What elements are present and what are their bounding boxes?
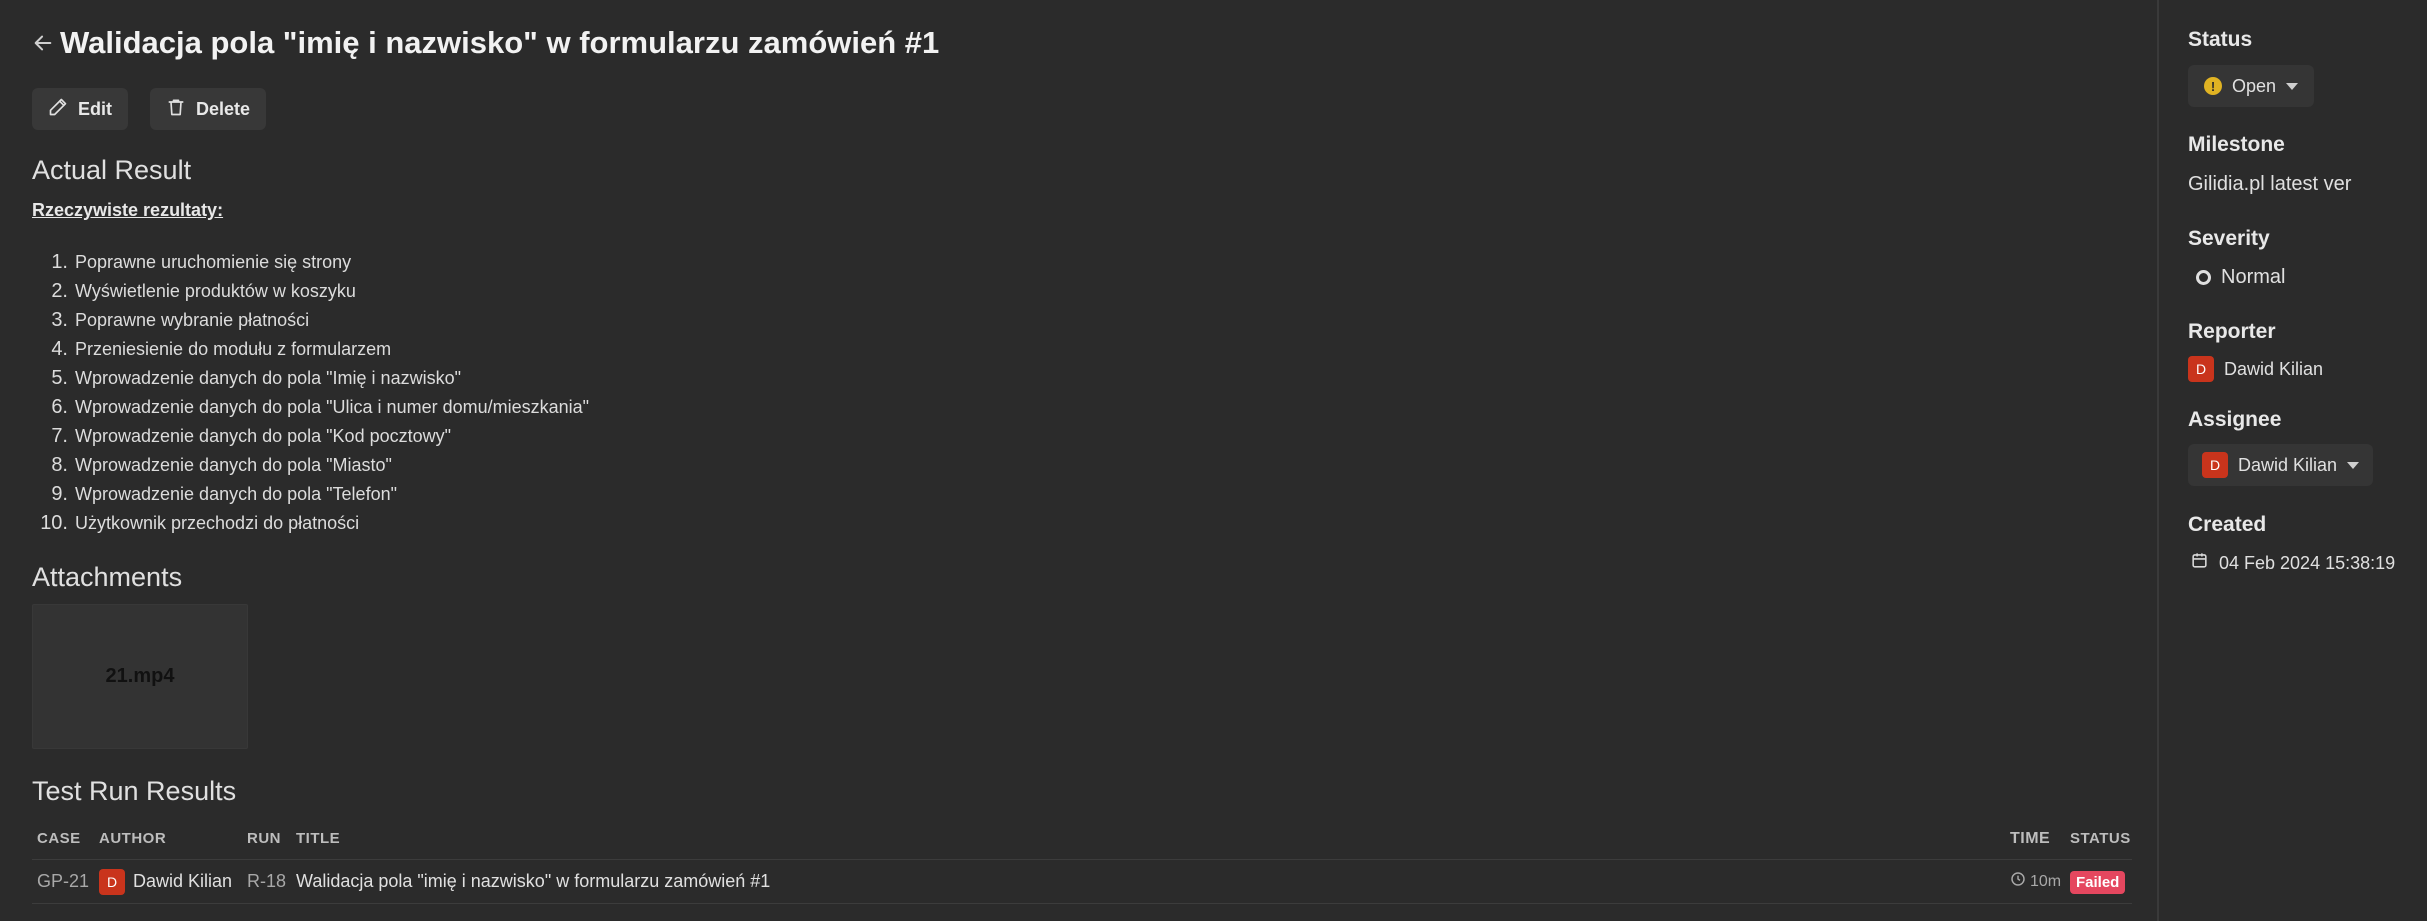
main-panel: Walidacja pola "imię i nazwisko" w formu…	[0, 0, 2157, 921]
circle-icon	[2196, 270, 2211, 285]
list-item: 7. Wprowadzenie danych do pola "Kod poczt…	[51, 425, 451, 447]
attachment-tile[interactable]: 21.mp4	[32, 604, 248, 749]
action-buttons: Edit Delete	[32, 88, 267, 130]
page-title: Walidacja pola "imię i nazwisko" w formu…	[60, 25, 940, 60]
severity-value: Normal	[2221, 266, 2286, 288]
actual-result-steps: 1. Poprawne uruchomienie się strony 2. Wyś…	[32, 248, 589, 538]
caret-down-icon	[2347, 461, 2360, 469]
run-author: D Dawid Kilian	[99, 868, 247, 895]
caret-down-icon	[2286, 82, 2299, 90]
pencil-icon	[48, 97, 68, 122]
created-label: Created	[2188, 513, 2267, 536]
delete-button[interactable]: Delete	[150, 88, 267, 130]
created-value: 04 Feb 2024 15:38:19	[2219, 552, 2396, 573]
list-item: 2. Wyświetlenie produktów w koszyku	[51, 280, 356, 302]
list-item: 4. Przeniesienie do modułu z formularzem	[51, 338, 392, 360]
milestone-value[interactable]: Gilidia.pl latest ver	[2188, 173, 2351, 196]
column-run[interactable]: RUN	[247, 830, 296, 847]
run-time-value: 10m	[2030, 872, 2062, 890]
run-title[interactable]: Walidacja pola "imię i nazwisko" w formu…	[296, 871, 2010, 892]
avatar: D	[99, 868, 125, 895]
run-time: 10m	[2010, 871, 2070, 892]
attachment-filename: 21.mp4	[105, 665, 175, 687]
column-case[interactable]: CASE	[32, 830, 99, 847]
assignee-name: Dawid Kilian	[2238, 454, 2338, 475]
table-row[interactable]: GP-21 D Dawid Kilian R-18 Walidacja pola…	[32, 860, 2132, 904]
clock-icon	[2010, 871, 2026, 892]
severity-selector[interactable]: Normal	[2196, 266, 2285, 289]
reporter: D Dawid Kilian	[2188, 356, 2323, 382]
list-item: 8. Wprowadzenie danych do pola "Miasto"	[51, 454, 392, 476]
actual-result-heading: Actual Result	[32, 155, 192, 185]
list-item: 3. Poprawne wybranie płatności	[51, 309, 310, 331]
list-item: 5. Wprowadzenie danych do pola "Imię i na…	[51, 367, 461, 389]
warning-icon: !	[2204, 77, 2222, 95]
severity-label: Severity	[2188, 227, 2270, 250]
test-runs-heading: Test Run Results	[32, 776, 237, 806]
created: 04 Feb 2024 15:38:19	[2190, 551, 2395, 575]
status-label: Status	[2188, 28, 2253, 51]
table-header: CASE AUTHOR RUN TITLE TIME STATUS	[32, 818, 2132, 860]
avatar: D	[2188, 356, 2214, 382]
status-dropdown[interactable]: ! Open	[2188, 65, 2315, 107]
delete-button-label: Delete	[196, 98, 251, 119]
column-title[interactable]: TITLE	[296, 830, 2010, 847]
run-id[interactable]: R-18	[247, 871, 296, 892]
edit-button[interactable]: Edit	[32, 88, 128, 130]
actual-result-subheading: Rzeczywiste rezultaty:	[32, 200, 224, 220]
test-runs-table: CASE AUTHOR RUN TITLE TIME STATUS GP-21 …	[32, 818, 2132, 904]
arrow-left-icon[interactable]	[32, 32, 54, 54]
details-sidebar: Status ! Open Milestone Gilidia.pl lates…	[2157, 0, 2427, 921]
trash-icon	[166, 97, 186, 122]
run-status: Failed	[2070, 871, 2132, 894]
calendar-icon	[2190, 551, 2209, 575]
assignee-label: Assignee	[2188, 408, 2282, 431]
list-item: 1. Poprawne uruchomienie się strony	[51, 251, 352, 273]
status-value: Open	[2232, 75, 2277, 96]
column-author[interactable]: AUTHOR	[99, 830, 247, 847]
title-row: Walidacja pola "imię i nazwisko" w formu…	[32, 22, 939, 64]
list-item: 9. Wprowadzenie danych do pola "Telefon"	[51, 483, 397, 505]
reporter-label: Reporter	[2188, 320, 2276, 343]
status-badge: Failed	[2070, 871, 2126, 894]
milestone-label: Milestone	[2188, 133, 2285, 156]
assignee-dropdown[interactable]: D Dawid Kilian	[2188, 444, 2374, 486]
column-time[interactable]: TIME	[2010, 830, 2070, 848]
attachments-heading: Attachments	[32, 562, 183, 592]
column-status[interactable]: STATUS	[2070, 830, 2132, 847]
author-name: Dawid Kilian	[133, 871, 233, 891]
reporter-name: Dawid Kilian	[2224, 358, 2324, 379]
edit-button-label: Edit	[78, 98, 112, 119]
case-id[interactable]: GP-21	[32, 871, 99, 892]
list-item: 10. Użytkownik przechodzi do płatności	[40, 512, 360, 534]
list-item: 6. Wprowadzenie danych do pola "Ulica i n…	[51, 396, 590, 418]
avatar: D	[2202, 452, 2228, 478]
